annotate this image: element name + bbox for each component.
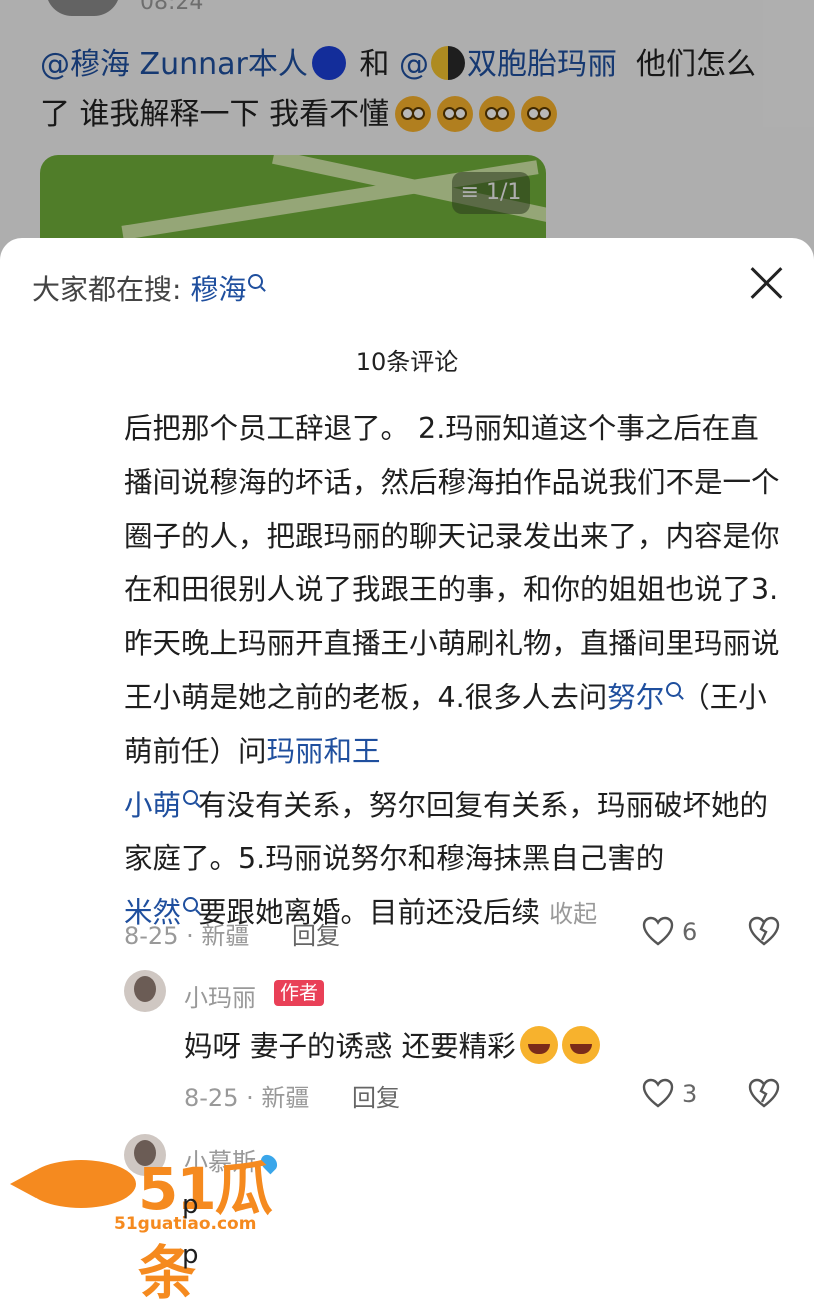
- comment-text: 后把那个员工辞退了。 2.玛丽知道这个事之后在直播间说穆海的坏话，然后穆海拍作品…: [124, 402, 780, 942]
- watermelon-logo-icon: [10, 1160, 136, 1208]
- like-heart-icon[interactable]: [642, 1078, 674, 1108]
- laughing-crying-emoji-icon: [519, 1026, 558, 1064]
- reply-text-line: p: [182, 1190, 199, 1220]
- search-icon: [183, 897, 199, 913]
- like-count: 6: [682, 918, 698, 946]
- search-label: 大家都在搜:: [32, 273, 191, 306]
- comment-count-title: 10条评论: [355, 348, 459, 376]
- reply-meta: 8-25 · 新疆: [184, 1084, 310, 1112]
- reply-button[interactable]: 回复: [352, 1078, 400, 1113]
- collapse-button[interactable]: 收起: [549, 900, 597, 928]
- dim-overlay[interactable]: [0, 0, 814, 260]
- reply-username[interactable]: 小玛丽: [184, 978, 256, 1013]
- dislike-broken-heart-icon[interactable]: [748, 1078, 780, 1108]
- comment-text-part: 有没有关系，努尔回复有关系，玛丽破坏她的家庭了。5.玛丽说努尔和穆海抹黑自己害的: [124, 788, 769, 876]
- dislike-broken-heart-icon[interactable]: [748, 916, 780, 946]
- reply-button[interactable]: 回复: [292, 916, 340, 951]
- comment-text-part: 后把那个员工辞退了。 2.玛丽知道这个事之后在直播间说穆海的坏话，然后穆海拍作品…: [124, 412, 780, 714]
- reply-text-content: 妈呀 妻子的诱惑 还要精彩: [184, 1030, 516, 1063]
- reply-text-line: p: [182, 1240, 199, 1270]
- keyword-link-mali-wang[interactable]: 玛丽和王: [267, 735, 381, 768]
- avatar[interactable]: [124, 970, 166, 1012]
- trending-search[interactable]: 大家都在搜: 穆海: [32, 268, 264, 308]
- author-badge: 作者: [274, 980, 325, 1006]
- search-icon: [666, 681, 682, 697]
- site-watermark: 51瓜条 51guatiao.com: [10, 1142, 286, 1307]
- reply-text: 妈呀 妻子的诱惑 还要精彩: [184, 1024, 600, 1065]
- like-heart-icon[interactable]: [642, 916, 674, 946]
- keyword-link-nuer[interactable]: 努尔: [607, 681, 664, 714]
- search-icon: [183, 789, 199, 805]
- comments-sheet: 大家都在搜: 穆海 10条评论 后把那个员工辞退了。 2.玛丽知道这个事之后在直…: [0, 238, 814, 1280]
- comment-meta: 8-25 · 新疆: [124, 922, 250, 950]
- search-icon: [248, 274, 264, 289]
- close-button[interactable]: [748, 264, 786, 302]
- like-count: 3: [682, 1080, 698, 1108]
- search-keyword[interactable]: 穆海: [190, 273, 246, 306]
- keyword-link-mali-wang-2[interactable]: 小萌: [124, 789, 181, 822]
- laughing-crying-emoji-icon: [561, 1026, 600, 1064]
